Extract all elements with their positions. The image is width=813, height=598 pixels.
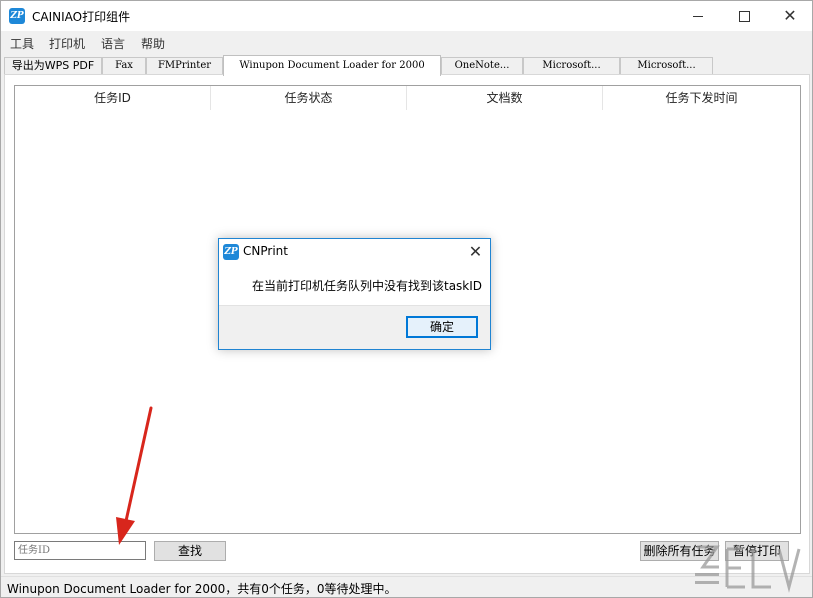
maximize-button[interactable] (721, 1, 767, 31)
dialog-message: 在当前打印机任务队列中没有找到该taskID (252, 279, 483, 293)
column-task-status[interactable]: 任务状态 (211, 86, 407, 110)
task-table-header: 任务ID 任务状态 文档数 任务下发时间 (15, 86, 800, 110)
dialog-footer: 确定 (219, 305, 490, 349)
watermark-logo-icon (695, 545, 801, 593)
dialog-close-button[interactable]: ✕ (461, 239, 490, 265)
find-button[interactable]: 查找 (154, 541, 226, 561)
column-doc-count[interactable]: 文档数 (407, 86, 603, 110)
menu-language[interactable]: 语言 (101, 35, 125, 52)
cnprint-icon: ZP (223, 244, 239, 260)
title-bar[interactable]: ZP CAINIAO打印组件 ✕ (1, 1, 812, 31)
column-task-id[interactable]: 任务ID (15, 86, 211, 110)
menu-tools[interactable]: 工具 (10, 35, 34, 52)
tab-microsoft-1[interactable]: Microsoft... (523, 57, 620, 74)
printer-tabs: 导出为WPS PDF Fax FMPrinter Winupon Documen… (1, 55, 812, 76)
task-id-input[interactable] (14, 541, 146, 560)
tab-wps-pdf[interactable]: 导出为WPS PDF (4, 57, 102, 74)
menu-help[interactable]: 帮助 (141, 35, 165, 52)
dialog-title-bar[interactable]: ZP CNPrint ✕ (219, 239, 490, 265)
tab-winupon[interactable]: Winupon Document Loader for 2000 (223, 55, 441, 76)
close-icon: ✕ (468, 242, 483, 261)
close-icon: ✕ (783, 6, 797, 25)
app-window: ZP CAINIAO打印组件 ✕ 工具 打印机 语言 帮助 导出为WPS PDF… (0, 0, 813, 598)
tab-fax[interactable]: Fax (102, 57, 146, 74)
window-title: CAINIAO打印组件 (32, 10, 131, 24)
close-button[interactable]: ✕ (767, 1, 813, 31)
column-dispatch-time[interactable]: 任务下发时间 (603, 86, 800, 110)
minimize-button[interactable] (675, 1, 721, 31)
cnprint-dialog: ZP CNPrint ✕ 在当前打印机任务队列中没有找到该taskID 确定 (218, 238, 491, 350)
menu-printer[interactable]: 打印机 (49, 35, 85, 52)
tab-microsoft-2[interactable]: Microsoft... (620, 57, 713, 74)
tab-onenote[interactable]: OneNote... (441, 57, 523, 74)
dialog-ok-button[interactable]: 确定 (406, 316, 478, 338)
tab-fmprinter[interactable]: FMPrinter (146, 57, 223, 74)
maximize-icon (738, 10, 750, 22)
menu-bar: 工具 打印机 语言 帮助 (1, 31, 812, 55)
dialog-title: CNPrint (243, 244, 288, 258)
cainiao-print-icon: ZP (9, 8, 25, 24)
minimize-icon (693, 15, 703, 17)
status-text: Winupon Document Loader for 2000，共有0个任务，… (7, 582, 397, 596)
